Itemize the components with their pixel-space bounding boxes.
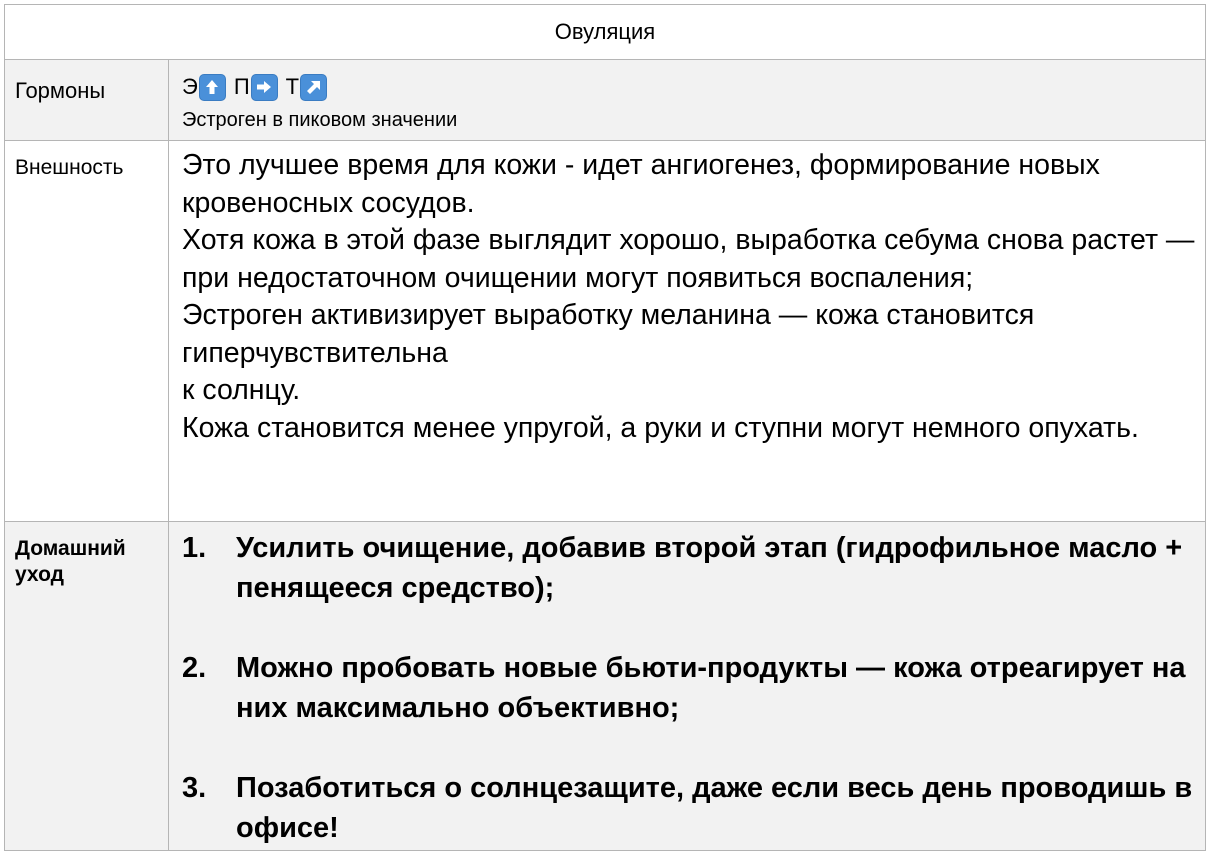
appearance-line: Это лучшее время для кожи - идет ангиоге… [182, 149, 1100, 219]
hormones-label: Гормоны [5, 60, 169, 140]
header-row: Овуляция [5, 5, 1205, 59]
list-text: Позаботиться о солнцезащите, даже если в… [236, 772, 1193, 844]
hormones-indicators: Э П Т [182, 72, 1205, 102]
hormone-testosterone: Т [285, 73, 328, 101]
table-title: Овуляция [5, 5, 1205, 59]
appearance-line: к солнцу. [182, 374, 301, 406]
list-text: Усилить очищение, добавив второй этап (г… [236, 532, 1183, 604]
hormone-letter: П [233, 74, 250, 99]
appearance-line: Кожа становится менее упругой, а руки и … [182, 411, 1139, 444]
care-content: 1. Усилить очищение, добавив второй этап… [169, 522, 1205, 850]
care-row: Домашний уход 1. Усилить очищение, добав… [5, 521, 1205, 850]
list-item: 3. Позаботиться о солнцезащите, даже есл… [182, 768, 1195, 848]
phase-table: Овуляция Гормоны Э П Т Эстроген в пиково… [4, 4, 1206, 851]
care-label: Домашний уход [5, 522, 169, 850]
list-item: 1. Усилить очищение, добавив второй этап… [182, 528, 1195, 608]
arrow-right-icon [250, 73, 278, 101]
hormone-letter: Т [285, 74, 300, 99]
appearance-row: Внешность Это лучшее время для кожи - ид… [5, 140, 1205, 521]
arrow-up-right-icon [300, 73, 328, 101]
list-text: Можно пробовать новые бьюти-продукты — к… [236, 652, 1186, 724]
appearance-line: Хотя кожа в этой фазе выглядит хорошо, в… [182, 224, 1195, 294]
list-number: 2. [182, 652, 207, 684]
hormone-estrogen: Э [182, 73, 226, 101]
appearance-content: Это лучшее время для кожи - идет ангиоге… [169, 141, 1205, 521]
hormone-progesterone: П [233, 73, 278, 101]
hormone-letter: Э [182, 74, 198, 99]
appearance-line: Эстроген активизирует выработку меланина… [182, 299, 1035, 369]
list-item: 2. Можно пробовать новые бьюти-продукты … [182, 648, 1195, 728]
hormones-row: Гормоны Э П Т Эстроген в пиковом значени… [5, 59, 1205, 140]
care-list: 1. Усилить очищение, добавив второй этап… [182, 528, 1195, 848]
hormones-note: Эстроген в пиковом значении [182, 109, 458, 131]
list-number: 3. [182, 772, 207, 804]
arrow-up-icon [198, 73, 226, 101]
appearance-label: Внешность [5, 141, 169, 521]
list-number: 1. [182, 532, 207, 564]
hormones-content: Э П Т Эстроген в пиковом значении [169, 60, 1205, 140]
